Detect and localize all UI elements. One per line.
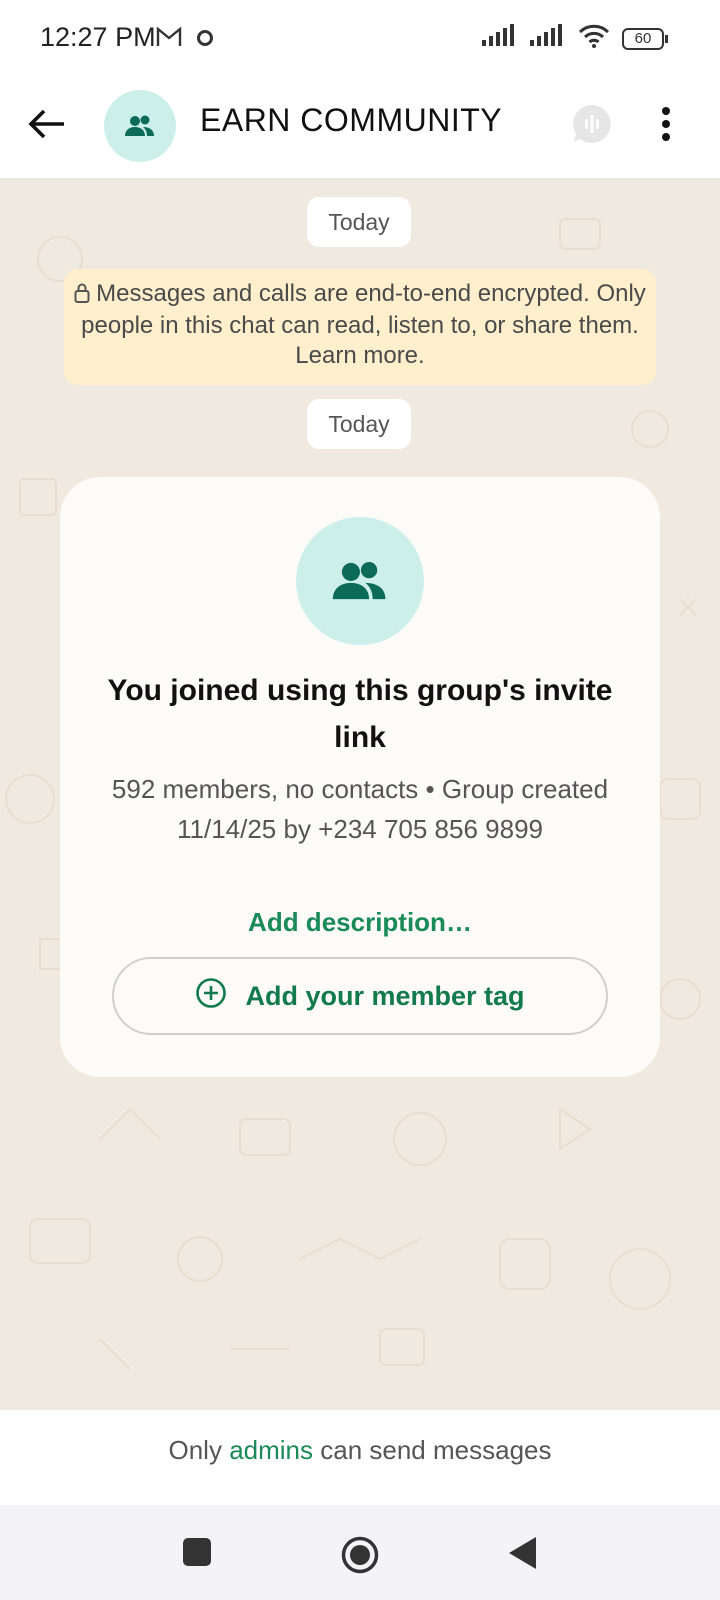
lock-icon [74, 281, 90, 311]
chat-area: Today Messages and calls are end-to-end … [0, 179, 720, 1410]
back-triangle-icon[interactable] [506, 1535, 540, 1576]
group-info: 592 members, no contacts • Group created… [111, 774, 609, 844]
battery-level: 60 [634, 29, 652, 47]
member-tag-label: Add your member tag [245, 980, 525, 1011]
battery-icon: 60 [622, 27, 668, 50]
card-group-avatar [296, 517, 424, 645]
plus-circle-icon [195, 977, 227, 1016]
more-options-icon[interactable] [660, 106, 672, 147]
back-arrow-icon[interactable] [28, 108, 66, 145]
recents-square-icon[interactable] [180, 1535, 214, 1574]
chat-title[interactable]: EARN COMMUNITY [200, 102, 502, 139]
admins-link[interactable]: admins [229, 1435, 313, 1465]
add-description-link[interactable]: Add description… [60, 907, 660, 938]
date-separator: Today [307, 197, 411, 247]
footer-suffix: can send messages [313, 1435, 552, 1465]
wifi-icon [578, 24, 610, 53]
home-circle-icon[interactable] [340, 1535, 380, 1580]
gmail-icon [156, 26, 182, 53]
signal-icon [482, 24, 518, 53]
group-avatar[interactable] [104, 90, 176, 162]
status-bar: 12:27 PM 60 [0, 0, 720, 78]
admin-only-notice: Only admins can send messages [0, 1410, 720, 1505]
encryption-text: Messages and calls are end-to-end encryp… [81, 280, 646, 369]
date-separator-2: Today [307, 399, 411, 449]
join-title: You joined using this group's invite lin… [107, 674, 613, 754]
signal-icon-2 [530, 24, 566, 53]
group-join-card: You joined using this group's invite lin… [60, 477, 660, 1077]
system-nav-bar [0, 1505, 720, 1600]
footer-prefix: Only [168, 1435, 230, 1465]
add-member-tag-button[interactable]: Add your member tag [112, 957, 608, 1035]
group-icon-large [332, 561, 386, 600]
status-time: 12:27 PM [40, 22, 156, 52]
circle-notification-icon [196, 29, 214, 52]
encryption-notice[interactable]: Messages and calls are end-to-end encryp… [64, 269, 656, 385]
group-icon [125, 115, 154, 136]
voice-chat-icon[interactable] [570, 102, 614, 151]
chat-header: EARN COMMUNITY [0, 78, 720, 179]
